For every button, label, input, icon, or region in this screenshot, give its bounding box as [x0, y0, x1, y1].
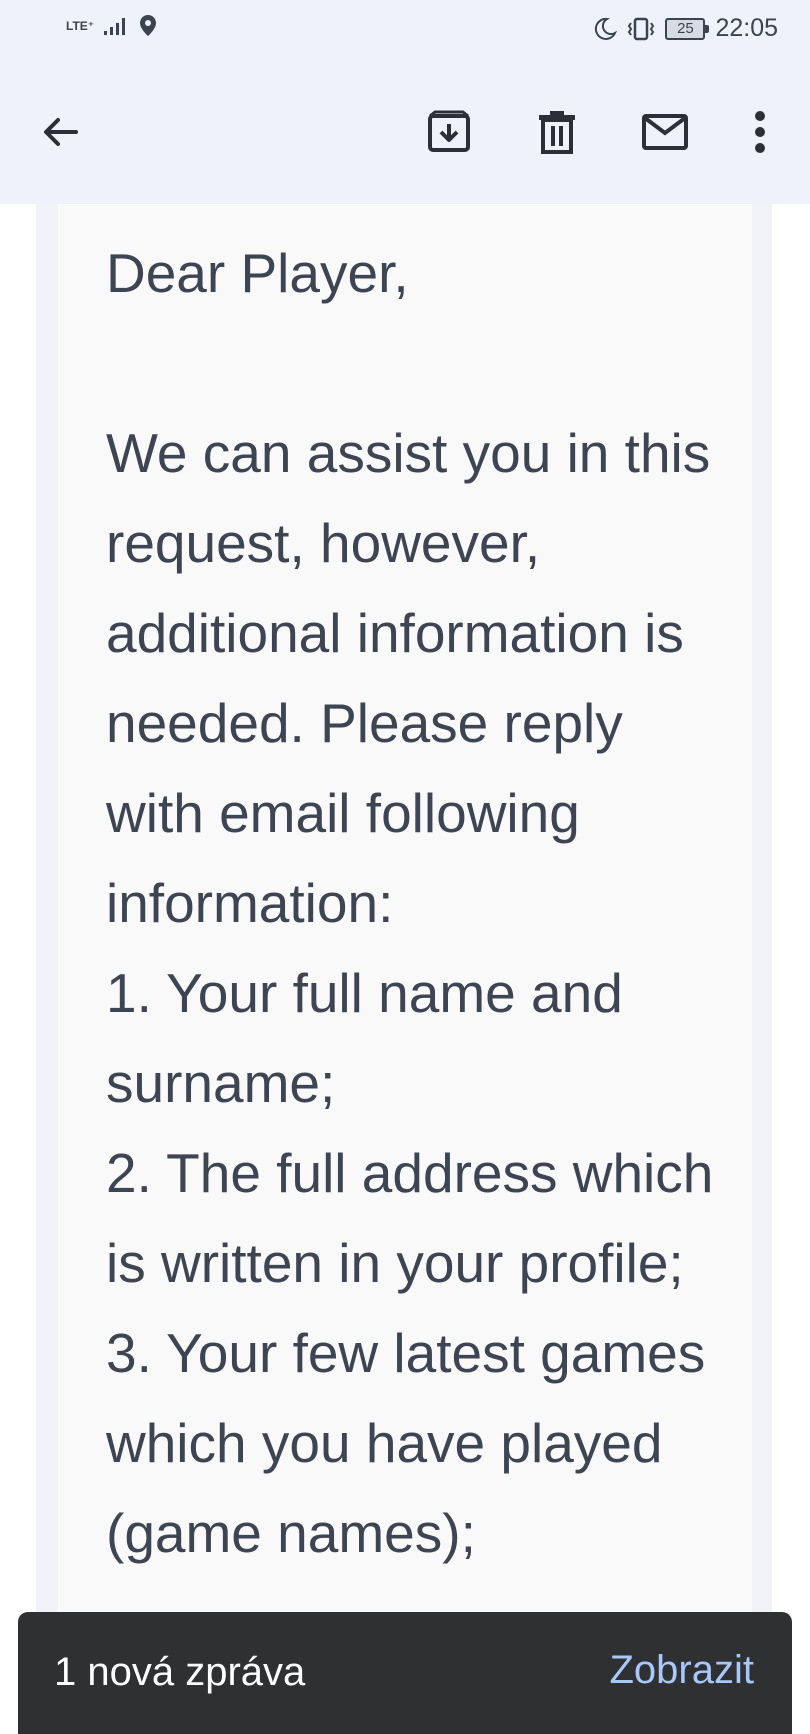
email-greeting: Dear Player, [106, 242, 409, 304]
status-right: 25 22:05 [593, 14, 778, 43]
email-list-item: 3. Your few latest games which you have … [106, 1322, 706, 1564]
clock: 22:05 [715, 14, 778, 42]
signal-icon [104, 18, 126, 35]
email-body-intro: We can assist you in this request, howev… [106, 422, 711, 934]
snackbar-view-button[interactable]: Zobrazit [610, 1648, 755, 1693]
email-toolbar [0, 62, 810, 204]
status-bar: LTE⁺ 25 22:05 [0, 0, 810, 62]
delete-button[interactable] [525, 100, 589, 164]
back-arrow-icon [44, 118, 78, 146]
email-list-item: 2. The full address which is written in … [106, 1142, 714, 1294]
trash-icon [539, 111, 575, 154]
mail-icon [642, 114, 688, 150]
email-message: Dear Player, We can assist you in this r… [106, 228, 726, 1578]
snackbar-message: 1 nová zpráva [54, 1650, 306, 1694]
more-options-button[interactable] [728, 100, 792, 164]
more-vert-icon [755, 111, 765, 153]
vibrate-icon [628, 17, 655, 40]
network-type: LTE⁺ [66, 19, 95, 33]
archive-button[interactable] [417, 100, 481, 164]
battery-icon: 25 [665, 17, 710, 40]
snackbar: 1 nová zpráva Zobrazit [18, 1612, 792, 1734]
mark-unread-button[interactable] [633, 100, 697, 164]
battery-level: 25 [677, 20, 694, 37]
email-body-card: Dear Player, We can assist you in this r… [58, 204, 752, 1734]
email-list-item: 1. Your full name and surname; [106, 962, 623, 1114]
status-left: LTE⁺ [66, 14, 158, 38]
archive-icon [428, 110, 470, 152]
location-icon [140, 15, 157, 36]
do-not-disturb-moon-icon [595, 17, 618, 40]
back-button[interactable] [28, 100, 92, 164]
